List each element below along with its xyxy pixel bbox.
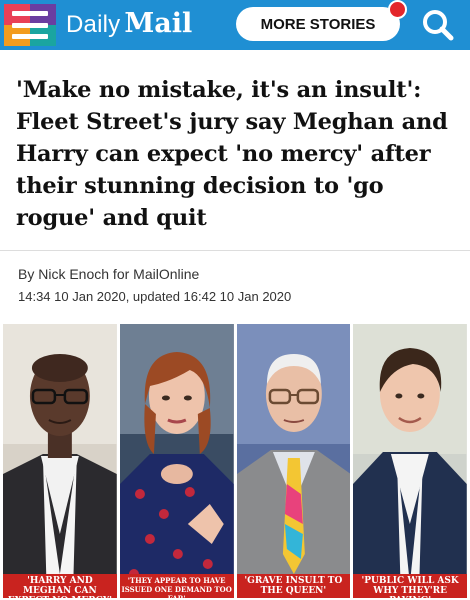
photo-panel-1[interactable]: 'HARRY AND MEGHAN CAN EXPECT NO MERCY' xyxy=(3,324,117,598)
photo-panel-2[interactable]: 'THEY APPEAR TO HAVE ISSUED ONE DEMAND T… xyxy=(119,324,234,598)
photo-young-man-navy-suit xyxy=(353,324,467,598)
author-link[interactable]: Nick Enoch for MailOnline xyxy=(38,266,199,282)
divider xyxy=(0,250,470,251)
byline-prefix: By xyxy=(18,266,39,282)
photo-strip: 'HARRY AND MEGHAN CAN EXPECT NO MERCY' '… xyxy=(3,324,467,598)
photo-panel-4[interactable]: 'PUBLIC WILL ASK WHY THEY'RE PAYING' xyxy=(353,324,467,598)
photo-woman-red-hair-floral-dress xyxy=(119,324,234,598)
search-icon[interactable] xyxy=(418,6,458,44)
top-bar: Daily Mail MORE STORIES xyxy=(0,0,470,50)
menu-icon xyxy=(12,11,48,39)
logo-mail: Mail xyxy=(124,8,193,39)
logo-daily: Daily xyxy=(66,11,121,38)
photo-caption-1: 'HARRY AND MEGHAN CAN EXPECT NO MERCY' xyxy=(3,574,117,598)
notification-dot xyxy=(388,0,407,19)
photo-caption-4: 'PUBLIC WILL ASK WHY THEY'RE PAYING' xyxy=(353,574,467,598)
site-logo[interactable]: Daily Mail xyxy=(66,8,192,42)
photo-older-man-colourful-tie xyxy=(236,324,351,598)
byline: By Nick Enoch for MailOnline xyxy=(18,266,199,282)
article-headline[interactable]: 'Make no mistake, it's an insult': Fleet… xyxy=(16,74,460,234)
photo-caption-3: 'GRAVE INSULT TO THE QUEEN' xyxy=(236,574,351,598)
photo-caption-2: 'THEY APPEAR TO HAVE ISSUED ONE DEMAND T… xyxy=(119,574,234,598)
more-stories-button[interactable]: MORE STORIES xyxy=(236,7,400,41)
menu-button[interactable] xyxy=(4,4,56,46)
dateline: 14:34 10 Jan 2020, updated 16:42 10 Jan … xyxy=(18,289,292,304)
photo-man-glasses-white-shirt xyxy=(3,324,117,598)
photo-panel-3[interactable]: 'GRAVE INSULT TO THE QUEEN' xyxy=(236,324,351,598)
